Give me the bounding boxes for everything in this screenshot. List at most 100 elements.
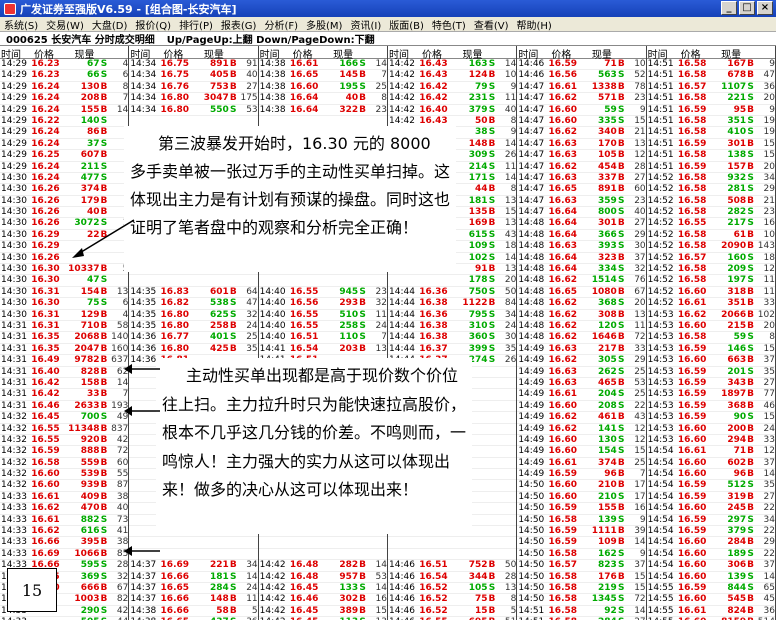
tick-row: 14:50 16.57 823 S 37 (517, 560, 646, 572)
tick-flag: S (488, 332, 496, 343)
tick-time: 14:29 (1, 127, 27, 138)
tick-count: 21 (634, 127, 646, 138)
tick-volume: 284 (727, 537, 747, 548)
tick-time: 14:30 (1, 218, 27, 229)
tick-volume: 75 (86, 298, 100, 309)
tick-time: 14:31 (1, 355, 27, 366)
tick-volume: 281 (727, 184, 747, 195)
tick-price: 16.42 (419, 81, 448, 92)
tick-volume: 105 (598, 150, 617, 161)
tick-price: 16.60 (31, 480, 60, 491)
tick-row: 14:44 16.37 399 S 35 (388, 343, 517, 356)
tick-time: 14:44 (389, 298, 415, 309)
tick-row: 14:29 16.24 208 B 7 (0, 93, 129, 105)
tick-volume: 405 (210, 70, 229, 81)
tick-time: 14:54 (647, 514, 674, 525)
menu-quote[interactable]: 报价(Q) (131, 17, 175, 32)
tick-row: 14:53 16.60 294 B 33 (646, 435, 775, 447)
tick-price: 16.58 (677, 70, 707, 81)
tick-time: 14:46 (389, 582, 415, 593)
menu-trade[interactable]: 交易(W) (42, 17, 88, 32)
tick-count: 8 (510, 594, 517, 605)
menu-layout[interactable]: 版面(B) (385, 17, 428, 32)
tick-row: 14:50 16.58 162 S 9 (517, 549, 646, 561)
tick-time: 14:52 (647, 252, 674, 263)
tick-flag: B (617, 469, 625, 480)
tick-price: 16.26 (31, 195, 60, 206)
tick-count: 6 (122, 298, 129, 309)
tick-price: 16.26 (31, 218, 60, 229)
tick-row: 14:30 16.30 47 S (0, 275, 129, 287)
tick-flag: B (747, 400, 755, 411)
tick-row: 14:42 16.43 124 B 10 (388, 70, 517, 82)
tick-time: 14:51 (647, 81, 674, 92)
menu-info[interactable]: 资讯(I) (346, 17, 385, 32)
tick-time: 14:53 (647, 377, 674, 388)
tick-flag: B (100, 264, 108, 275)
menu-view[interactable]: 查看(V) (470, 17, 513, 32)
tick-row: 14:50 16.60 210 B 17 (517, 480, 646, 492)
tick-flag: S (747, 207, 754, 218)
tick-row: 14:30 16.26 179 B (0, 195, 129, 208)
tick-price: 16.24 (31, 172, 60, 183)
tick-price: 16.48 (289, 560, 319, 571)
tick-time: 14:47 (518, 161, 545, 172)
tick-row: 14:44 16.38 310 S 24 (388, 320, 517, 333)
tick-flag: B (747, 594, 755, 605)
tick-time (388, 275, 416, 285)
menu-help[interactable]: 帮助(H) (512, 17, 555, 32)
minimize-button[interactable]: _ (721, 1, 737, 15)
tick-count: 17 (634, 491, 646, 502)
tick-count: 34 (763, 514, 775, 525)
tick-time: 14:47 (518, 172, 545, 183)
tick-flag: S (618, 366, 625, 377)
tick-time: 14:47 (518, 150, 545, 161)
tick-time: 14:49 (518, 377, 545, 388)
tick-time: 14:31 (1, 400, 27, 411)
tick-flag: S (747, 93, 754, 104)
tick-count: 22 (634, 400, 646, 411)
menu-feature[interactable]: 特色(T) (428, 17, 470, 32)
tick-flag: S (747, 480, 754, 491)
tick-price: 16.61 (31, 491, 60, 502)
menu-market[interactable]: 大盘(D) (88, 17, 132, 32)
tick-count: 11 (246, 594, 258, 605)
tick-row: 14:55 16.60 545 B 45 (646, 594, 775, 606)
tick-time: 14:42 (389, 59, 415, 69)
tick-count: 11 (763, 275, 775, 286)
tick-row: 14:38 16.65 145 B 7 (258, 70, 387, 82)
tick-volume: 2066 (721, 309, 747, 320)
menu-system[interactable]: 系统(S) (0, 17, 42, 32)
tick-count: 20 (763, 320, 775, 331)
menu-report[interactable]: 报表(G) (217, 17, 261, 32)
tick-volume: 79 (474, 81, 488, 92)
tick-price: 16.63 (548, 150, 578, 161)
tick-count: 20 (763, 93, 775, 104)
tick-price: 16.58 (548, 594, 578, 605)
tick-count: 9 (769, 59, 775, 69)
tick-time: 14:50 (518, 514, 545, 525)
tick-count: 34 (504, 309, 517, 320)
maximize-button[interactable]: □ (739, 1, 755, 15)
tick-flag: S (359, 582, 366, 593)
tick-time: 14:47 (518, 81, 545, 92)
menu-analysis[interactable]: 分析(F) (260, 17, 302, 32)
tick-price: 16.63 (548, 377, 578, 388)
close-button[interactable]: × (757, 1, 773, 15)
tick-volume: 2068 (74, 332, 100, 343)
tick-flag: B (747, 161, 755, 172)
menu-rank[interactable]: 排行(P) (175, 17, 217, 32)
tick-count: 14 (116, 377, 129, 388)
tick-volume: 343 (727, 377, 747, 388)
tick-price: 16.55 (289, 320, 319, 331)
tick-volume: 310 (468, 320, 488, 331)
tick-flag: S (618, 423, 625, 434)
tick-row: 14:30 16.24 477 S (0, 172, 129, 185)
tick-row: 14:44 16.36 750 S 50 (388, 287, 517, 299)
tick-flag: S (488, 343, 496, 354)
tick-count: 34 (763, 172, 775, 183)
tick-time: 14:42 (259, 594, 286, 605)
tick-time (388, 537, 416, 547)
tick-flag: B (747, 503, 755, 514)
menu-multi[interactable]: 多股(M) (302, 17, 346, 32)
